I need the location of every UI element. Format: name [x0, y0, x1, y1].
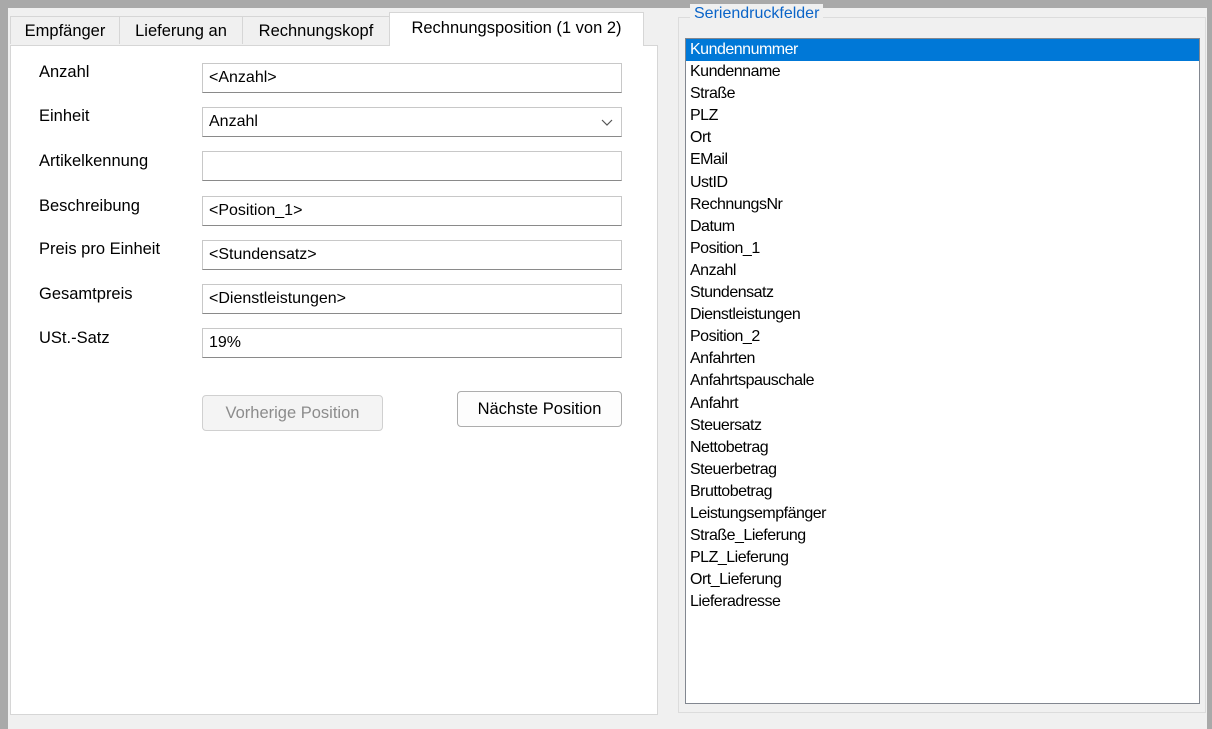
anzahl-field[interactable]	[202, 63, 622, 93]
preis-pro-einheit-label: Preis pro Einheit	[39, 240, 161, 258]
list-item[interactable]: Lieferadresse	[686, 591, 1199, 613]
list-item[interactable]: Kundenname	[686, 61, 1199, 83]
list-item[interactable]: Anfahrtspauschale	[686, 370, 1199, 392]
ust-satz-field[interactable]	[202, 328, 622, 358]
list-item[interactable]: RechnungsNr	[686, 194, 1199, 216]
artikelkennung-label: Artikelkennung	[39, 152, 149, 170]
list-item[interactable]: Straße_Lieferung	[686, 525, 1199, 547]
list-item[interactable]: Position_1	[686, 238, 1199, 260]
gesamtpreis-field[interactable]	[202, 284, 622, 314]
einheit-value: Anzahl	[209, 113, 258, 130]
ust-satz-label: USt.-Satz	[39, 329, 110, 347]
list-item[interactable]: Anzahl	[686, 260, 1199, 282]
gesamtpreis-label: Gesamtpreis	[39, 285, 133, 303]
beschreibung-label: Beschreibung	[39, 197, 140, 215]
list-item[interactable]: Stundensatz	[686, 282, 1199, 304]
tab-rechnungsposition[interactable]: Rechnungsposition (1 von 2)	[389, 12, 644, 46]
list-item[interactable]: Nettobetrag	[686, 437, 1199, 459]
list-item[interactable]: EMail	[686, 149, 1199, 171]
window-border-left	[0, 0, 8, 729]
window-border-right	[1207, 0, 1212, 729]
list-item[interactable]: Position_2	[686, 326, 1199, 348]
list-item[interactable]: Ort_Lieferung	[686, 569, 1199, 591]
list-item[interactable]: UstID	[686, 172, 1199, 194]
tab-rechnungskopf[interactable]: Rechnungskopf	[242, 16, 390, 44]
next-position-button[interactable]: Nächste Position	[457, 391, 622, 427]
list-item[interactable]: Anfahrten	[686, 348, 1199, 370]
list-item[interactable]: PLZ	[686, 105, 1199, 127]
list-item[interactable]: Anfahrt	[686, 393, 1199, 415]
seriendruckfelder-list[interactable]: Kundennummer Kundenname Straße PLZ Ort EMail U…	[685, 38, 1200, 704]
anzahl-label: Anzahl	[39, 63, 90, 81]
preis-pro-einheit-field[interactable]	[202, 240, 622, 270]
list-item[interactable]: Bruttobetrag	[686, 481, 1199, 503]
list-item[interactable]: Ort	[686, 127, 1199, 149]
artikelkennung-field[interactable]	[202, 151, 622, 181]
list-item[interactable]: Steuerbetrag	[686, 459, 1199, 481]
list-item[interactable]: Datum	[686, 216, 1199, 238]
list-item[interactable]: Kundennummer	[686, 39, 1199, 62]
list-item[interactable]: Leistungsempfänger	[686, 503, 1199, 525]
tab-lieferung-an[interactable]: Lieferung an	[119, 16, 243, 44]
list-item[interactable]: Dienstleistungen	[686, 304, 1199, 326]
list-item[interactable]: PLZ_Lieferung	[686, 547, 1199, 569]
window-border-top	[0, 0, 1212, 8]
einheit-label: Einheit	[39, 107, 90, 125]
previous-position-button[interactable]: Vorherige Position	[202, 395, 383, 431]
einheit-select[interactable]: Anzahl	[202, 107, 622, 137]
tab-empfaenger[interactable]: Empfänger	[10, 16, 120, 44]
list-item[interactable]: Steuersatz	[686, 415, 1199, 437]
seriendruckfelder-title: Seriendruckfelder	[690, 4, 824, 24]
chevron-down-icon	[601, 119, 613, 126]
tab-panel-rechnungsposition: Anzahl Einheit Anzahl Artikelkennung Bes…	[10, 45, 658, 715]
beschreibung-field[interactable]	[202, 196, 622, 226]
list-item[interactable]: Straße	[686, 83, 1199, 105]
